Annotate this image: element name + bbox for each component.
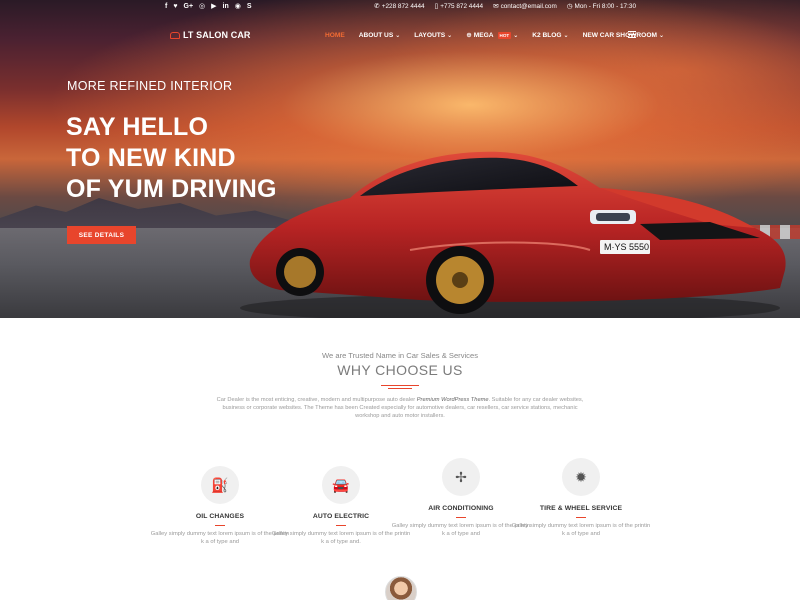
phone-1: ✆ +228 872 4444 — [374, 3, 425, 10]
instagram-icon[interactable]: ◉ — [235, 2, 241, 11]
nav-about-us[interactable]: ABOUT US ⌄ — [359, 32, 400, 39]
title-divider — [381, 385, 419, 386]
section-title: WHY CHOOSE US — [337, 362, 463, 378]
service-title: AIR CONDITIONING — [428, 505, 494, 512]
service-title: AUTO ELECTRIC — [312, 513, 370, 520]
mobile-icon: ▯ — [434, 3, 439, 10]
logo-text: LT SALON CAR — [183, 30, 251, 40]
email-link[interactable]: ✉ contact@email.com — [493, 2, 557, 11]
service-text: Galley simply dummy text lorem ipsum is … — [150, 531, 290, 546]
service-divider — [215, 525, 225, 527]
section-subtitle: We are Trusted Name in Car Sales & Servi… — [321, 351, 478, 360]
main-nav: HOME ABOUT US ⌄ LAYOUTS ⌄ ⊕ MEGA HOT ⌄ K2 BLO… — [325, 31, 664, 39]
nav-k2-blog[interactable]: K2 BLOG ⌄ — [532, 32, 568, 39]
hero-kicker: MORE REFINED INTERIOR — [67, 79, 233, 93]
phone-2: ▯ +775 872 4444 — [434, 3, 484, 10]
opening-hours: ◷ Mon - Fri 8:00 - 17:30 — [566, 3, 636, 10]
hero-title-line: TO NEW KIND — [66, 144, 236, 172]
linkedin-icon[interactable]: in — [223, 2, 229, 11]
envelope-icon: ✉ — [493, 3, 499, 10]
service-title: TIRE & WHEEL SERVICE — [539, 505, 623, 512]
section-description: Car Dealer is the most enticing, creativ… — [216, 397, 584, 419]
license-plate: M·YS 5550 — [604, 242, 649, 252]
phone-icon: ✆ — [374, 3, 380, 10]
chevron-down-icon: ⌄ — [395, 32, 401, 39]
service-text: Galley simply dummy text lorem ipsum is … — [271, 531, 411, 546]
description-emphasis: Premium WordPress Theme — [416, 397, 489, 403]
car-icon: 🚘 — [322, 466, 360, 504]
twitter-icon[interactable]: ♥ — [173, 2, 177, 11]
oil-can-icon: ⛽ — [201, 466, 239, 504]
menu-icon[interactable] — [628, 31, 636, 38]
hero-car-image: M·YS 5550 — [240, 151, 786, 318]
fan-icon: ✢ — [442, 458, 480, 496]
title-divider-short — [388, 388, 412, 389]
globe-icon: ⊕ — [466, 32, 472, 39]
nav-layouts[interactable]: LAYOUTS ⌄ — [414, 32, 452, 39]
service-divider — [576, 517, 586, 519]
testimonial-avatar — [385, 576, 417, 600]
hero-title-line: SAY HELLO — [66, 113, 209, 141]
service-air-conditioning: ✢ AIR CONDITIONING Galley simply dummy t… — [391, 458, 531, 538]
car-logo-icon — [170, 31, 180, 39]
google-plus-icon[interactable]: G+ — [184, 2, 194, 11]
service-divider — [456, 517, 466, 519]
nav-mega[interactable]: ⊕ MEGA HOT ⌄ — [466, 31, 518, 39]
service-title: OIL CHANGES — [195, 513, 245, 520]
social-links: f ♥ G+ ◎ ▶ in ◉ S — [165, 2, 252, 11]
chevron-down-icon: ⌄ — [447, 32, 453, 39]
service-auto-electric: 🚘 AUTO ELECTRIC Galley simply dummy text… — [271, 466, 411, 546]
chevron-down-icon: ⌄ — [563, 32, 569, 39]
facebook-icon[interactable]: f — [165, 2, 167, 11]
service-text: Galley simply dummy text lorem ipsum is … — [391, 523, 531, 538]
hero-title: SAY HELLO TO NEW KIND OF YUM DRIVING — [66, 112, 277, 205]
gear-icon: ✹ — [562, 458, 600, 496]
service-oil-changes: ⛽ OIL CHANGES Galley simply dummy text l… — [150, 466, 290, 546]
top-bar: f ♥ G+ ◎ ▶ in ◉ S ✆ +228 872 4444 ▯ +775 8… — [0, 0, 800, 14]
pinterest-icon[interactable]: ◎ — [199, 2, 205, 11]
hero-banner: M·YS 5550 f ♥ G+ ◎ ▶ in ◉ S ✆ +228 872 44… — [0, 0, 800, 318]
nav-new-car-showroom[interactable]: NEW CAR SHOWROOM ⌄ — [583, 32, 664, 39]
hero-title-line: OF YUM DRIVING — [66, 175, 277, 203]
youtube-icon[interactable]: ▶ — [211, 2, 216, 11]
skype-icon[interactable]: S — [247, 2, 252, 11]
see-details-button[interactable]: SEE DETAILS — [67, 226, 136, 244]
chevron-down-icon: ⌄ — [658, 32, 664, 39]
nav-home[interactable]: HOME — [325, 32, 345, 39]
service-tire-wheel: ✹ TIRE & WHEEL SERVICE Galley simply dum… — [511, 458, 651, 538]
site-logo[interactable]: LT SALON CAR — [170, 30, 251, 40]
service-divider — [336, 525, 346, 527]
hot-badge: HOT — [497, 31, 512, 39]
contact-info: ✆ +228 872 4444 ▯ +775 872 4444 ✉ contact@e… — [374, 2, 636, 11]
clock-icon: ◷ — [566, 3, 573, 10]
chevron-down-icon: ⌄ — [513, 32, 519, 39]
service-text: Galley simply dummy text lorem ipsum is … — [511, 523, 651, 538]
